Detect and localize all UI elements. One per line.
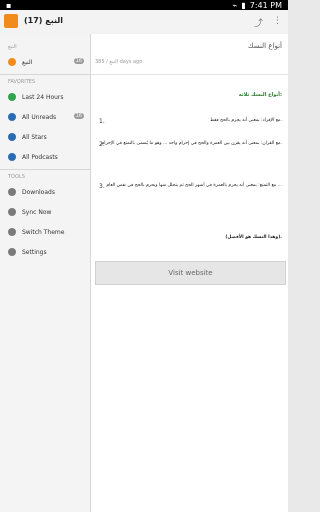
sidebar-item-all-stars[interactable]: All Stars [0,127,90,147]
theme-icon [8,228,16,236]
clock-icon [8,93,16,101]
status-left-icon: ▪ [6,1,12,10]
sidebar-item-label: All Unreads [22,113,57,121]
article-view: أنواع النسك 385 / النبع days ago أنواع ا… [91,34,288,512]
rss-icon[interactable] [4,14,18,28]
status-bar: ▪ ⌁ ▮ 7:41 PM [0,0,288,10]
article-heading: أنواع النسك ثلاثة: [238,92,282,98]
article-title: أنواع النسك [247,42,282,50]
sidebar-item-downloads[interactable]: Downloads [0,182,90,202]
article-item-3: مع التمتع: بمعنى أنه يحرم بالعمرة في أشه… [106,183,282,188]
tools-title: TOOLS [8,174,25,180]
sidebar-item-label: Last 24 Hours [22,93,64,101]
count-badge: 16 [73,58,84,64]
sidebar-item-label: النبع [22,58,33,66]
visit-website-button[interactable]: Visit website [95,261,286,285]
count-badge: 16 [73,113,84,119]
sidebar-item-sync-now[interactable]: Sync Now [0,202,90,222]
battery-icon: ▮ [241,0,246,10]
rss-icon [8,58,16,66]
sidebar-item-label: Downloads [22,188,55,196]
action-bar: النبع (17) ⤴ ⋮ [0,10,288,35]
article-item-2: مع القران: بمعنى أنه يقرن بين العمرة وال… [101,141,282,146]
feed-title: النبع (17) [24,16,63,25]
sidebar-item-feed[interactable]: النبع 16 [0,52,90,72]
divider [0,169,90,170]
sidebar-item-label: Switch Theme [22,228,65,236]
sidebar: النبع النبع 16 FAVORITES Last 24 Hours A… [0,34,91,512]
star-icon [8,133,16,141]
time-text: 7:41 PM [249,0,282,10]
more-icon[interactable]: ⋮ [273,16,282,29]
sidebar-item-last-24-hours[interactable]: Last 24 Hours [0,87,90,107]
status-right: ⌁ ▮ 7:41 PM [233,0,282,10]
sidebar-top-section-title: النبع [8,44,17,50]
article-item-1: مع الإفراد: بمعنى أنه يحرم بالحج فقط. [209,118,282,123]
divider [0,74,90,75]
sidebar-item-all-podcasts[interactable]: All Podcasts [0,147,90,167]
share-icon[interactable]: ⤴ [254,16,263,29]
sidebar-item-all-unreads[interactable]: All Unreads 16 [0,107,90,127]
actionbar-icons: ⤴ ⋮ [254,16,282,29]
sidebar-item-switch-theme[interactable]: Switch Theme [0,222,90,242]
sidebar-item-label: Sync Now [22,208,52,216]
wifi-icon: ⌁ [232,0,238,10]
divider [91,74,288,75]
podcast-icon [8,153,16,161]
unread-icon [8,113,16,121]
sync-icon [8,208,16,216]
favorites-title: FAVORITES [8,79,36,85]
sidebar-item-label: All Podcasts [22,153,58,161]
article-meta: 385 / النبع days ago [95,59,143,65]
gear-icon [8,248,16,256]
sidebar-item-label: All Stars [22,133,47,141]
sidebar-item-settings[interactable]: Settings [0,242,90,262]
sidebar-item-label: Settings [22,248,47,256]
article-closing: (وهذا النسك هو الأفضل). [225,235,282,240]
download-icon [8,188,16,196]
